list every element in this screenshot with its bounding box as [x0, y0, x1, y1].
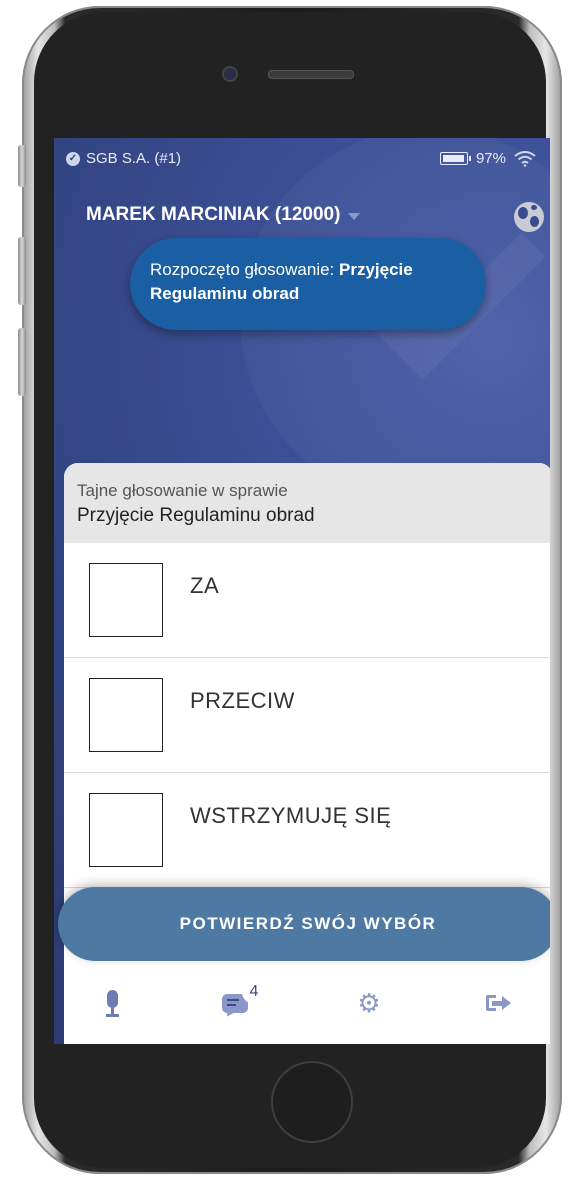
globe-icon[interactable] [514, 202, 544, 232]
chat-icon[interactable]: 4 [220, 980, 266, 1019]
logout-icon[interactable] [482, 988, 512, 1018]
vote-option-przeciw[interactable]: PRZECIW [64, 658, 550, 773]
home-button[interactable] [271, 1061, 353, 1143]
option-label: WSTRZYMUJĘ SIĘ [190, 803, 392, 828]
vote-option-za[interactable]: ZA [64, 543, 550, 658]
battery-level: 97% [475, 150, 506, 167]
front-camera [222, 66, 238, 82]
bottom-navigation: 4 ⚙ [54, 978, 550, 1028]
status-bar: ✓ SGB S.A. (#1) 97% [54, 148, 550, 172]
chat-unread-badge: 4 [242, 980, 266, 1004]
option-label: ZA [190, 573, 220, 598]
user-name: MAREK MARCINIAK (12000) [86, 204, 341, 225]
voting-started-notification: Rozpoczęto głosowanie: Przyjęcie Regulam… [130, 238, 486, 330]
confirm-vote-button[interactable]: POTWIERDŹ SWÓJ WYBÓR [58, 887, 550, 961]
chevron-down-icon [348, 212, 361, 220]
verified-check-icon: ✓ [66, 151, 80, 166]
microphone-icon[interactable] [98, 988, 128, 1018]
earpiece-speaker [268, 70, 354, 79]
option-checkbox[interactable] [89, 793, 163, 867]
wifi-icon [514, 150, 536, 167]
vote-option-wstrzymuje[interactable]: WSTRZYMUJĘ SIĘ [64, 773, 550, 888]
status-right: 97% [439, 150, 536, 167]
organization-label: SGB S.A. (#1) [86, 150, 182, 167]
app-screen: ✓ SGB S.A. (#1) 97% MAREK MARCINIAK (120… [54, 138, 550, 1044]
option-label: PRZECIW [190, 688, 295, 713]
phone-mute-switch [18, 145, 26, 187]
option-checkbox[interactable] [89, 563, 163, 637]
option-checkbox[interactable] [89, 678, 163, 752]
user-selector[interactable]: MAREK MARCINIAK (12000) [86, 204, 361, 226]
battery-icon [439, 152, 471, 165]
vote-type-label: Tajne głosowanie w sprawie [77, 481, 288, 500]
phone-volume-up [18, 237, 26, 305]
gear-icon[interactable]: ⚙ [354, 988, 384, 1018]
status-left: ✓ SGB S.A. (#1) [66, 150, 181, 167]
vote-subject: Przyjęcie Regulaminu obrad [77, 505, 315, 526]
vote-card-header: Tajne głosowanie w sprawie Przyjęcie Reg… [64, 463, 550, 543]
phone-volume-down [18, 328, 26, 396]
notification-prefix: Rozpoczęto głosowanie: [150, 260, 340, 279]
